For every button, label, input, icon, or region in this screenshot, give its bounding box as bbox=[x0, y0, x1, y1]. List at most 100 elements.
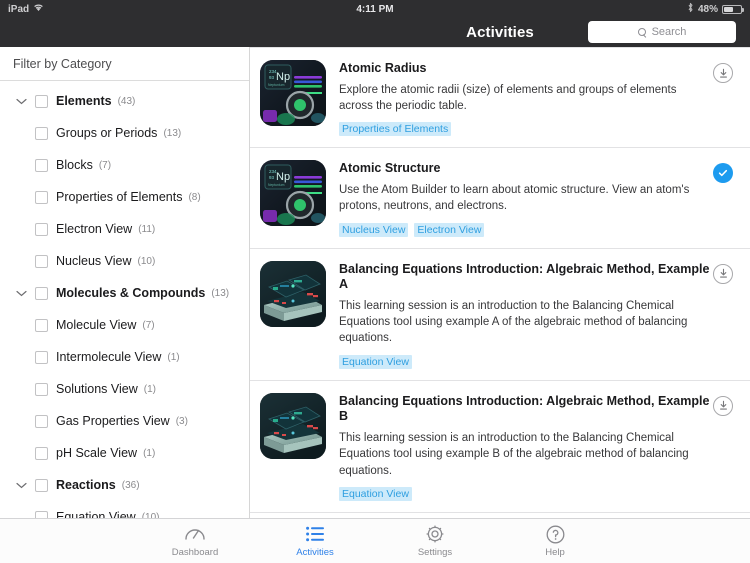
category-row[interactable]: Nucleus View (10) bbox=[0, 245, 249, 277]
category-label: Blocks bbox=[56, 158, 93, 172]
activity-thumbnail[interactable] bbox=[260, 260, 326, 327]
chevron-down-icon[interactable] bbox=[13, 98, 29, 105]
activity-tag[interactable]: Equation View bbox=[339, 354, 412, 369]
category-checkbox[interactable] bbox=[35, 222, 48, 236]
tab-bar[interactable]: Dashboard Activities Settings Help bbox=[0, 518, 750, 563]
activity-row[interactable]: 234 93 Np Neptunium Atomic Structure Use the … bbox=[250, 147, 750, 247]
category-checkbox[interactable] bbox=[35, 350, 48, 364]
category-label: Molecule View bbox=[56, 318, 137, 332]
category-row[interactable]: Gas Properties View (3) bbox=[0, 405, 249, 437]
tab-label: Help bbox=[545, 547, 565, 558]
activity-tag-row: Nucleus View Electron View bbox=[339, 222, 710, 237]
chevron-down-icon[interactable] bbox=[13, 482, 29, 489]
category-row[interactable]: Electron View (11) bbox=[0, 213, 249, 245]
category-checkbox[interactable] bbox=[35, 158, 48, 172]
category-label: Gas Properties View bbox=[56, 414, 170, 428]
activity-tag[interactable]: Equation View bbox=[339, 487, 412, 502]
download-button[interactable] bbox=[713, 63, 733, 83]
activity-thumbnail[interactable] bbox=[260, 392, 326, 459]
category-checkbox[interactable] bbox=[35, 254, 48, 268]
category-checkbox[interactable] bbox=[35, 126, 48, 140]
question-circle-icon bbox=[546, 524, 565, 544]
category-row[interactable]: Reactions (36) bbox=[0, 469, 249, 501]
activity-tag[interactable]: Electron View bbox=[414, 222, 485, 237]
category-count: (43) bbox=[117, 95, 136, 107]
filter-header: Filter by Category bbox=[0, 47, 249, 81]
category-label: Reactions bbox=[56, 478, 116, 492]
category-list[interactable]: Elements (43) Groups or Periods (13) Blocks (… bbox=[0, 81, 249, 518]
activity-details: Balancing Equations Introduction: Algebr… bbox=[339, 261, 710, 369]
activity-row[interactable]: Balancing Equations Introduction: Algebr… bbox=[250, 247, 750, 380]
download-button[interactable] bbox=[713, 395, 733, 416]
activity-tag[interactable]: Nucleus View bbox=[339, 222, 409, 237]
category-row[interactable]: Molecule View (7) bbox=[0, 309, 249, 341]
activity-tag[interactable]: Properties of Elements bbox=[339, 122, 452, 137]
tab-settings[interactable]: Settings bbox=[399, 524, 471, 558]
category-checkbox[interactable] bbox=[35, 190, 48, 204]
category-count: (13) bbox=[163, 127, 182, 139]
category-label: Solutions View bbox=[56, 382, 138, 396]
svg-text:Np: Np bbox=[276, 171, 290, 183]
category-count: (11) bbox=[138, 223, 156, 235]
activity-tag-row: Equation View bbox=[339, 487, 710, 502]
activity-description: This learning session is an introduction… bbox=[339, 299, 688, 345]
activity-details: Atomic Radius Explore the atomic radii (s… bbox=[339, 60, 710, 137]
list-icon bbox=[306, 524, 324, 544]
category-label: pH Scale View bbox=[56, 446, 138, 460]
downloaded-indicator[interactable] bbox=[713, 163, 733, 184]
activity-title: Balancing Equations Introduction: Algebr… bbox=[339, 393, 710, 424]
activity-details: Balancing Equations Introduction: Algebr… bbox=[339, 393, 710, 502]
svg-text:93: 93 bbox=[269, 175, 275, 180]
category-checkbox[interactable] bbox=[35, 446, 48, 460]
category-checkbox[interactable] bbox=[35, 478, 48, 492]
tab-dashboard[interactable]: Dashboard bbox=[159, 524, 231, 558]
category-checkbox[interactable] bbox=[35, 382, 48, 396]
category-count: (7) bbox=[142, 319, 155, 331]
category-checkbox[interactable] bbox=[35, 414, 48, 428]
category-count: (1) bbox=[143, 447, 156, 459]
activity-thumbnail[interactable]: 234 93 Np Neptunium bbox=[260, 60, 326, 126]
activity-thumbnail[interactable]: 234 93 Np Neptunium bbox=[260, 160, 326, 227]
category-row[interactable]: Properties of Elements (8) bbox=[0, 181, 249, 213]
activities-list-panel[interactable]: Electron View 23493NpNeptuniumAtomic Rad… bbox=[250, 47, 750, 518]
category-count: (36) bbox=[121, 479, 140, 491]
activity-row[interactable]: Balancing Equations Introduction: Tradit… bbox=[250, 512, 750, 518]
activities-scroll-content: Electron View 23493NpNeptuniumAtomic Rad… bbox=[250, 47, 750, 518]
category-checkbox[interactable] bbox=[35, 286, 48, 300]
category-checkbox[interactable] bbox=[35, 318, 48, 332]
category-count: (10) bbox=[137, 255, 156, 267]
category-row[interactable]: Solutions View (1) bbox=[0, 373, 249, 405]
activity-row[interactable]: Balancing Equations Introduction: Algebr… bbox=[250, 379, 750, 512]
category-count: (1) bbox=[143, 383, 156, 395]
category-label: Elements bbox=[56, 94, 112, 108]
category-row[interactable]: Molecules & Compounds (13) bbox=[0, 277, 249, 309]
activity-details: Atomic Structure Use the Atom Builder to … bbox=[339, 160, 710, 237]
category-row[interactable]: Intermolecule View (1) bbox=[0, 341, 249, 373]
tab-help[interactable]: Help bbox=[519, 524, 591, 558]
activity-description: Use the Atom Builder to learn about atom… bbox=[339, 183, 690, 213]
status-bar-time: 4:11 PM bbox=[356, 3, 394, 15]
category-checkbox[interactable] bbox=[35, 510, 48, 518]
status-bar: iPad 4:11 PM 48% bbox=[0, 0, 750, 18]
category-label: Intermolecule View bbox=[56, 350, 162, 364]
chevron-down-icon[interactable] bbox=[13, 290, 29, 297]
app-root: iPad 4:11 PM 48% Activities Search Filte… bbox=[0, 0, 750, 563]
category-row[interactable]: Blocks (7) bbox=[0, 149, 249, 181]
category-row[interactable]: Equation View (10) bbox=[0, 501, 249, 518]
tab-label: Activities bbox=[296, 547, 334, 558]
activity-tag-row: Properties of Elements bbox=[339, 122, 710, 137]
download-button[interactable] bbox=[713, 263, 733, 284]
category-row[interactable]: Groups or Periods (13) bbox=[0, 117, 249, 149]
category-checkbox[interactable] bbox=[35, 94, 48, 108]
tab-activities[interactable]: Activities bbox=[279, 524, 351, 558]
category-row[interactable]: Elements (43) bbox=[0, 85, 249, 117]
svg-text:Neptunium: Neptunium bbox=[268, 183, 285, 187]
search-placeholder: Search bbox=[651, 26, 687, 38]
activity-row[interactable]: 234 93 Np Neptunium Atomic Radius Explore the… bbox=[250, 47, 750, 147]
activity-title: Atomic Structure bbox=[339, 161, 441, 176]
search-input[interactable]: Search bbox=[588, 21, 736, 43]
activity-description: This learning session is an introduction… bbox=[339, 432, 689, 477]
activity-description: Explore the atomic radii (size) of eleme… bbox=[339, 83, 677, 112]
category-count: (8) bbox=[188, 191, 201, 203]
category-row[interactable]: pH Scale View (1) bbox=[0, 437, 249, 469]
